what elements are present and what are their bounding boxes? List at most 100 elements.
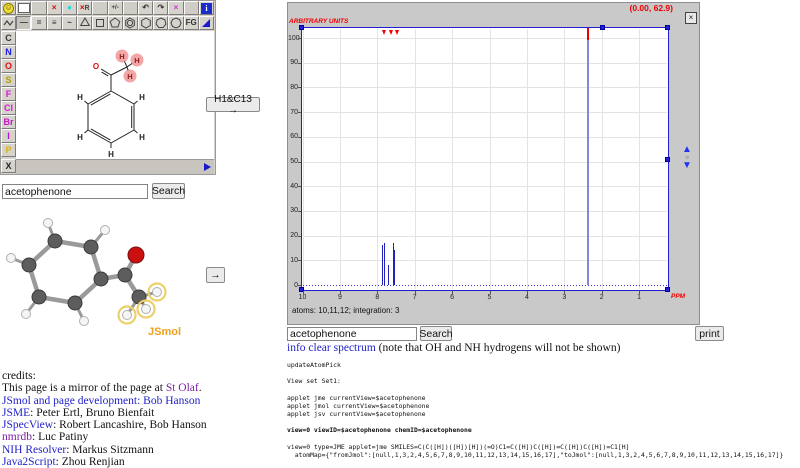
ring-3-button[interactable]: [77, 16, 92, 30]
element-button-s[interactable]: S: [1, 73, 16, 87]
y-tick-mark: [298, 38, 301, 39]
frame-handle[interactable]: [665, 287, 670, 292]
credits-link[interactable]: St Olaf: [166, 382, 199, 394]
any-atom-x-button[interactable]: X: [1, 159, 16, 173]
ring-8-button[interactable]: [168, 16, 183, 30]
ring-5-button[interactable]: [108, 16, 123, 30]
spectrum-link[interactable]: spectrum: [334, 342, 376, 354]
frame-handle[interactable]: [665, 157, 670, 162]
spacer: [31, 1, 46, 15]
y-tick-mark: [298, 137, 301, 138]
grid-line-vertical: [527, 29, 528, 289]
x-tick-label: 2: [597, 294, 607, 301]
ring-7-button[interactable]: [153, 16, 168, 30]
frame-handle[interactable]: [665, 25, 670, 30]
element-button-f[interactable]: F: [1, 87, 16, 101]
spacer: [184, 1, 199, 15]
grid-line-horizontal: [303, 162, 667, 163]
zoom-down-icon[interactable]: ▼: [679, 161, 695, 171]
ring-4-button[interactable]: [92, 16, 107, 30]
undo-icon: ↶: [142, 4, 149, 12]
info-links-line: info clear spectrum (note that OH and NH…: [287, 342, 620, 354]
console-line: atomMap={"fromJmol":[null,1,3,2,4,5,6,7,…: [287, 451, 783, 459]
charge-button[interactable]: +/-: [108, 1, 123, 15]
x-tick-label: 8: [372, 294, 382, 301]
redo-button[interactable]: ↷: [153, 1, 168, 15]
jsmol-logo-label[interactable]: JSmol: [148, 326, 181, 338]
atom-label-O: O: [93, 62, 99, 71]
jsme-logo-button[interactable]: [199, 16, 214, 30]
print-button[interactable]: print: [695, 326, 724, 341]
element-button-c[interactable]: C: [1, 31, 16, 45]
grid-line-vertical: [564, 29, 565, 289]
smiley-button[interactable]: ☺: [1, 1, 16, 15]
zoom-up-icon[interactable]: ▲: [679, 145, 695, 155]
jspecview-spectrum-panel[interactable]: (0.00, 62.9) × ARBITRARY UNITS 100908070…: [287, 2, 700, 325]
functional-group-button[interactable]: FG: [184, 16, 199, 30]
jsme-toolbar-row1: ☺×●×R+/-↶↷×i: [1, 1, 214, 16]
structure-search-input[interactable]: [2, 184, 148, 199]
credits-text: : Luc Patiny: [32, 431, 88, 443]
jsmol-3d-viewer[interactable]: [5, 203, 205, 328]
triple-bond-icon: ≡: [52, 19, 57, 27]
stereo-bond-button[interactable]: ~: [62, 16, 77, 30]
spectrum-search-input[interactable]: [287, 327, 417, 341]
spectrum-status-text: atoms: 10,11,12; integration: 3: [292, 306, 399, 315]
info-link[interactable]: info: [287, 342, 306, 354]
atom-c: [118, 268, 132, 282]
info-note-text: (note that OH and NH hydrogens will not …: [379, 342, 621, 354]
credits-link[interactable]: JSmol and page development: Bob Hanson: [2, 395, 200, 407]
y-tick-mark: [298, 162, 301, 163]
element-button-br[interactable]: Br: [1, 115, 16, 129]
credits-link[interactable]: JSME: [2, 407, 30, 419]
peak-line: [388, 265, 389, 285]
spectrum-search-button[interactable]: Search: [420, 326, 452, 341]
credits-link[interactable]: NIH Resolver: [2, 444, 66, 456]
jsme-draw-canvas[interactable]: OHHHHHHHH: [16, 31, 214, 159]
ring-aromatic-button[interactable]: [123, 16, 138, 30]
delete-group-button[interactable]: ×R: [77, 1, 92, 15]
frame-handle[interactable]: [299, 25, 304, 30]
new-molecule-button[interactable]: [16, 1, 31, 15]
send-to-spectrum-button[interactable]: →: [206, 267, 225, 283]
element-button-i[interactable]: I: [1, 129, 16, 143]
x-tick-label: 3: [559, 294, 569, 301]
y-tick-label: 90: [288, 59, 298, 66]
double-bond-button[interactable]: =: [31, 16, 46, 30]
single-bond-button[interactable]: —: [16, 16, 31, 30]
triple-bond-button[interactable]: ≡: [47, 16, 62, 30]
fg-icon: FG: [186, 19, 197, 27]
jsme-element-palette: CNOSFClBrIP: [1, 31, 16, 157]
y-tick-mark: [298, 87, 301, 88]
frame-handle[interactable]: [600, 25, 605, 30]
credits-text: : Robert Lancashire, Bob Hanson: [53, 419, 207, 431]
element-button-n[interactable]: N: [1, 45, 16, 59]
grid-line-horizontal: [303, 137, 667, 138]
element-button-cl[interactable]: Cl: [1, 101, 16, 115]
clear-link[interactable]: clear: [308, 342, 330, 354]
chain-tool-button[interactable]: [1, 16, 16, 30]
octagon-ring-icon: [170, 17, 182, 29]
credits-link[interactable]: nmrdb: [2, 431, 32, 443]
y-tick-mark: [298, 260, 301, 261]
ring-6-button[interactable]: [138, 16, 153, 30]
credits-link[interactable]: Java2Script: [2, 456, 56, 468]
undo-button[interactable]: ↶: [138, 1, 153, 15]
credits-line: nmrdb: Luc Patiny: [2, 431, 207, 443]
clear-selection-button[interactable]: ×: [168, 1, 183, 15]
console-line: applet jsv currentView=$acetophenone: [287, 410, 783, 418]
credits-link[interactable]: JSpecView: [2, 419, 53, 431]
zoom-arrows-control[interactable]: ▲ ○ ▼: [679, 145, 695, 171]
h1-c13-transfer-button[interactable]: H1&C13 →: [206, 97, 260, 112]
credits-line: This page is a mirror of the page at St …: [2, 382, 207, 394]
grid-line-horizontal: [303, 260, 667, 261]
structure-search-button[interactable]: Search: [152, 183, 185, 199]
spectrum-plot-area[interactable]: 100908070605040302010010987654321: [288, 3, 699, 324]
info-button[interactable]: i: [199, 1, 214, 15]
delete-button[interactable]: ×: [47, 1, 62, 15]
spacer: [123, 1, 138, 15]
mark-button[interactable]: ●: [62, 1, 77, 15]
element-button-p[interactable]: P: [1, 143, 16, 157]
element-button-o[interactable]: O: [1, 59, 16, 73]
y-tick-mark: [298, 186, 301, 187]
